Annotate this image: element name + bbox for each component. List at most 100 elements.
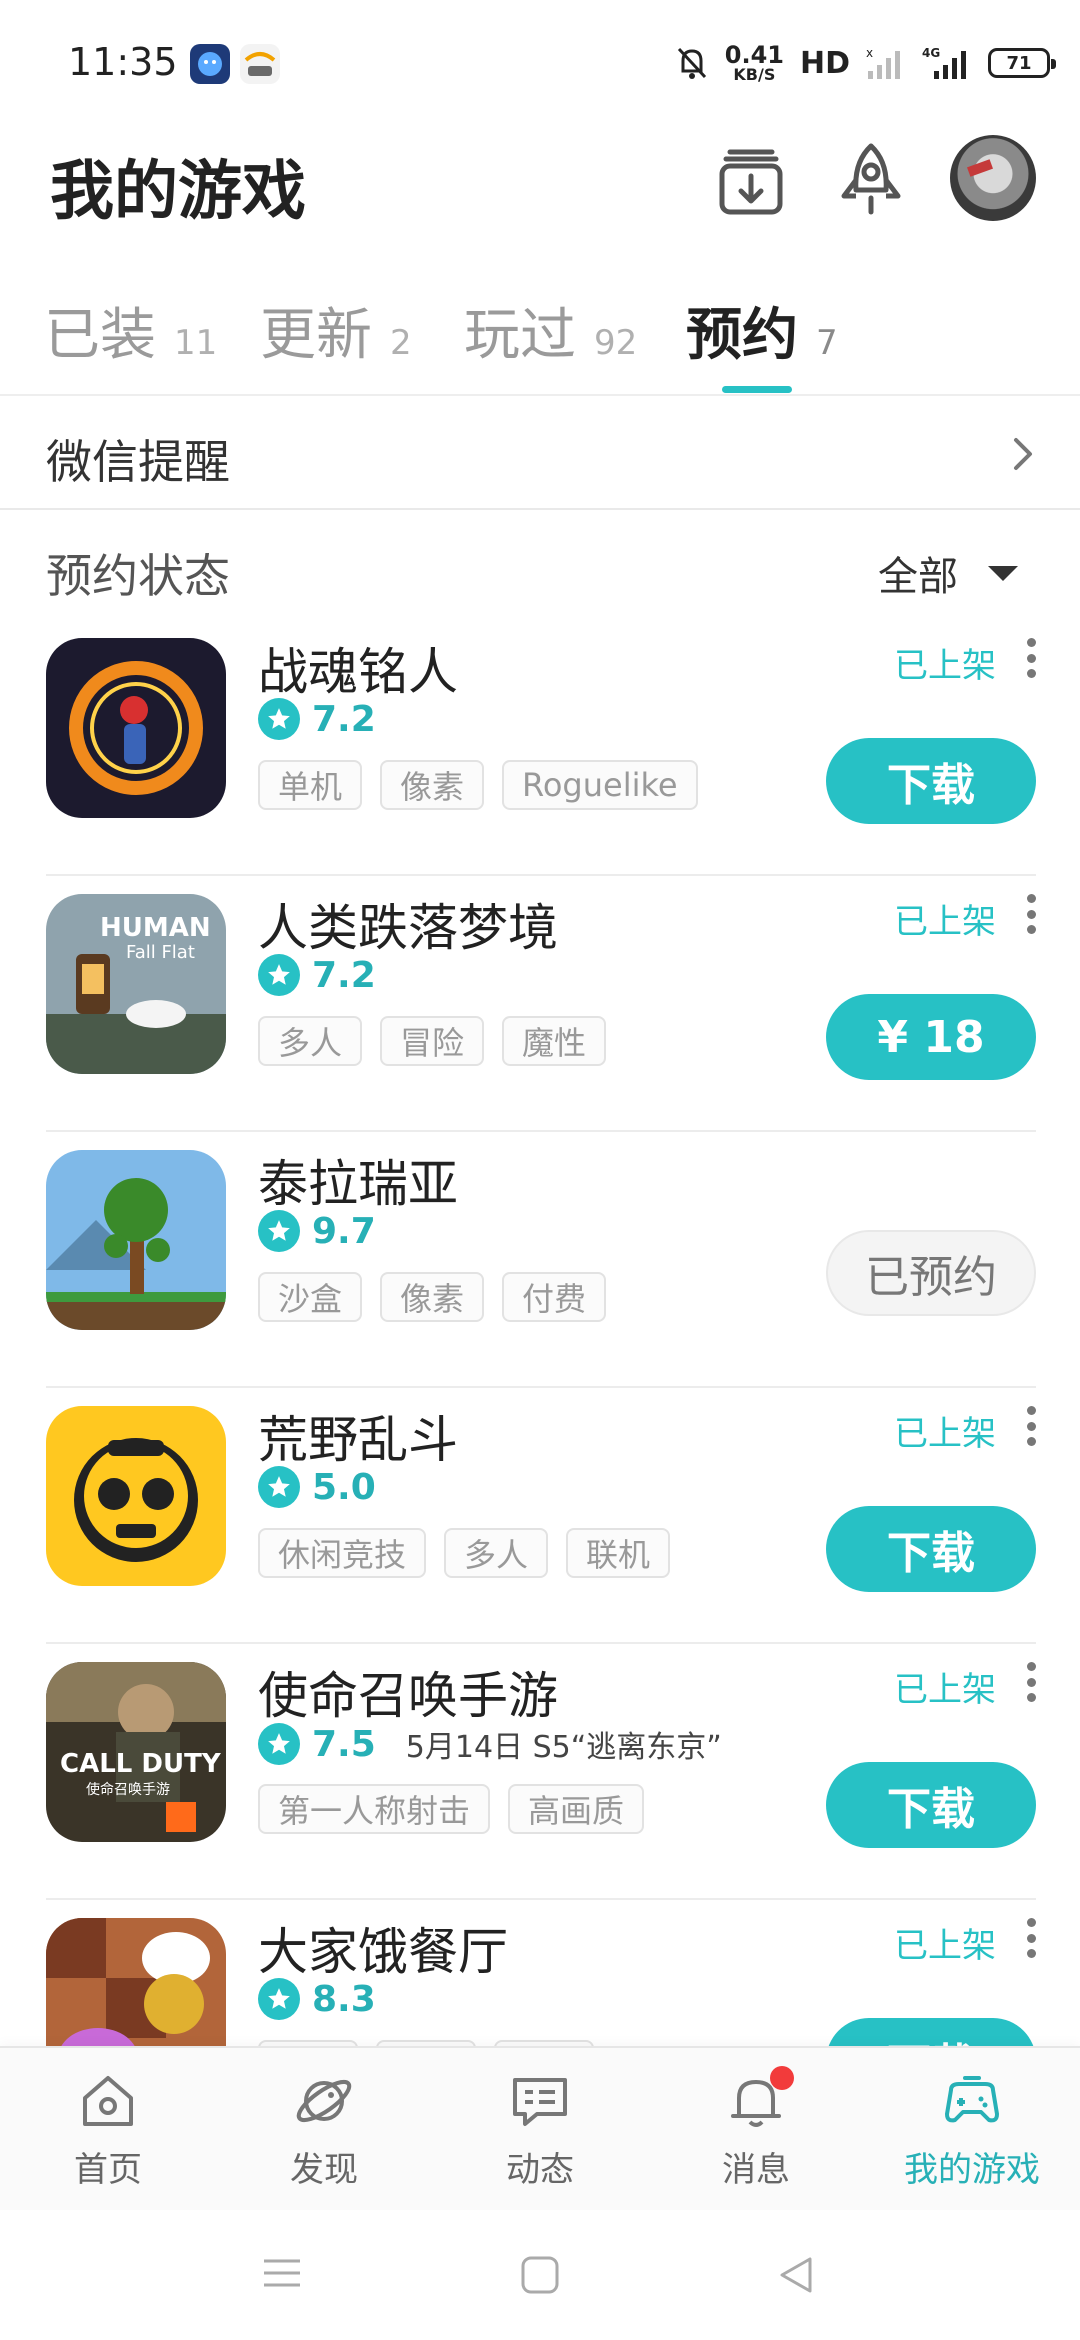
tab-bar: 已装 11 更新 2 玩过 92 预约 7 [0,290,1080,396]
star-icon [258,1210,300,1252]
game-icon-terraria[interactable] [46,1150,226,1330]
game-list-item[interactable]: 荒野乱斗 5.0 休闲竞技 多人 联机 已上架 下载 [46,1388,1036,1644]
release-status: 已上架 [894,902,996,942]
game-tags: 第一人称射击 高画质 [258,1784,645,1834]
game-tag: 第一人称射击 [258,1784,491,1834]
game-tag: Roguelike [502,760,698,810]
network-speed: 0.41 KB/S [724,41,784,84]
game-tag: 像素 [380,760,485,810]
game-tag: 多人 [258,1016,363,1066]
4g-signal-icon: 4G [922,46,966,79]
gamepad-icon [945,2076,999,2123]
tab-played[interactable]: 玩过 92 [464,290,637,371]
game-list-item[interactable]: CALL DUTY 使命召唤手游 使命召唤手游 7.5 5月14日 S5“逃离东京… [46,1644,1036,1900]
game-tag: 付费 [502,1272,607,1322]
nav-messages[interactable]: 消息 [648,2066,864,2198]
app-notification-icon [190,44,230,84]
avatar[interactable] [950,135,1036,221]
svg-text:x: x [866,46,873,60]
svg-text:使命召唤手游: 使命召唤手游 [86,1781,170,1798]
tab-reserved[interactable]: 预约 7 [686,290,838,371]
game-name: 战魂铭人 [258,643,458,701]
game-event-text: 5月14日 S5“逃离东京” [405,1730,722,1765]
game-list-item[interactable]: 泰拉瑞亚 9.7 沙盒 像素 付费 已预约 [46,1132,1036,1388]
nav-discover[interactable]: 发现 [216,2068,432,2198]
svg-text:4G: 4G [922,46,940,60]
nav-feed[interactable]: 动态 [432,2068,648,2198]
app-notification-icon-2 [240,44,280,84]
wechat-reminder-row[interactable]: 微信提醒 [0,396,1080,510]
game-list-item[interactable]: 战魂铭人 7.2 单机 像素 Roguelike 已上架 下载 [46,620,1036,876]
game-tags: 单机 像素 Roguelike [258,760,698,810]
download-button[interactable]: 下载 [826,738,1036,824]
reserved-button[interactable]: 已预约 [826,1230,1036,1316]
tab-updates[interactable]: 更新 2 [260,290,412,371]
game-rating: 7.2 [258,698,376,740]
planet-icon [296,2079,352,2123]
notification-badge [770,2066,794,2090]
filter-selected-value: 全部 [878,554,958,600]
game-name: 人类跌落梦境 [258,899,558,957]
game-list-item[interactable]: HUMAN Fall Flat 人类跌落梦境 7.2 多人 冒险 魔性 已上架 ¥… [46,876,1036,1132]
active-tab-indicator [722,386,792,393]
release-status: 已上架 [894,1926,996,1966]
more-options-icon[interactable] [1026,1918,1036,1958]
game-tag: 单机 [258,760,363,810]
game-name: 使命召唤手游 [258,1667,558,1725]
game-rating: 9.7 [258,1210,376,1252]
release-status: 已上架 [894,1414,996,1454]
game-icon-human-fall-flat[interactable]: HUMAN Fall Flat [46,894,226,1074]
bottom-navigation: 首页 发现 动态 消息 我的游戏 [0,2046,1080,2210]
mute-icon [677,47,706,79]
game-tags: 多人 冒险 魔性 [258,1016,607,1066]
home-icon [83,2076,133,2126]
nav-home[interactable]: 首页 [0,2068,216,2198]
game-icon-zhanhunmingren[interactable] [46,638,226,818]
more-options-icon[interactable] [1026,1662,1036,1702]
game-rating: 5.0 [258,1466,376,1508]
download-button[interactable]: 下载 [826,1506,1036,1592]
game-tag: 休闲竞技 [258,1528,427,1578]
svg-text:Fall Flat: Fall Flat [126,942,195,963]
status-bar: 11:35 0.41 KB/S HD x 4G 71 [0,0,1080,130]
reservation-filter-row: 预约状态 全部 [0,510,1080,620]
filter-dropdown[interactable]: 全部 [878,544,1018,602]
filter-title: 预约状态 [46,549,230,603]
game-rating: 7.5 5月14日 S5“逃离东京” [258,1722,722,1766]
more-options-icon[interactable] [1026,638,1036,678]
home-button-icon[interactable] [520,2255,560,2295]
purchase-button[interactable]: ¥ 18 [826,994,1036,1080]
dropdown-arrow-icon [988,565,1018,581]
release-status: 已上架 [894,646,996,686]
game-tags: 沙盒 像素 付费 [258,1272,607,1322]
menu-icon[interactable] [262,2255,302,2291]
game-tag: 像素 [380,1272,485,1322]
signal-icon: x [866,46,900,79]
back-icon[interactable] [776,2255,816,2295]
game-tag: 沙盒 [258,1272,363,1322]
star-icon [258,1723,300,1765]
download-button[interactable]: 下载 [826,1762,1036,1848]
game-icon-brawl-stars[interactable] [46,1406,226,1586]
game-icon-call-of-duty[interactable]: CALL DUTY 使命召唤手游 [46,1662,226,1842]
more-options-icon[interactable] [1026,1406,1036,1446]
nav-my-games[interactable]: 我的游戏 [864,2068,1080,2198]
chevron-right-icon [1014,438,1032,470]
game-name: 荒野乱斗 [258,1411,458,1469]
game-tag: 魔性 [502,1016,607,1066]
game-name: 泰拉瑞亚 [258,1155,458,1213]
status-time: 11:35 [68,40,178,84]
release-status: 已上架 [894,1670,996,1710]
page-title: 我的游戏 [50,155,306,229]
tab-installed[interactable]: 已装 11 [44,290,217,371]
rocket-icon[interactable] [832,140,910,220]
wechat-reminder-label: 微信提醒 [46,435,230,489]
svg-text:HUMAN: HUMAN [100,913,211,943]
game-name: 大家饿餐厅 [258,1923,508,1981]
chat-icon [513,2078,567,2126]
system-navigation-bar [0,2210,1080,2340]
more-options-icon[interactable] [1026,894,1036,934]
game-tag: 高画质 [508,1784,645,1834]
status-right-group: 0.41 KB/S HD x 4G 71 [675,38,1056,88]
download-manager-icon[interactable] [712,140,790,220]
